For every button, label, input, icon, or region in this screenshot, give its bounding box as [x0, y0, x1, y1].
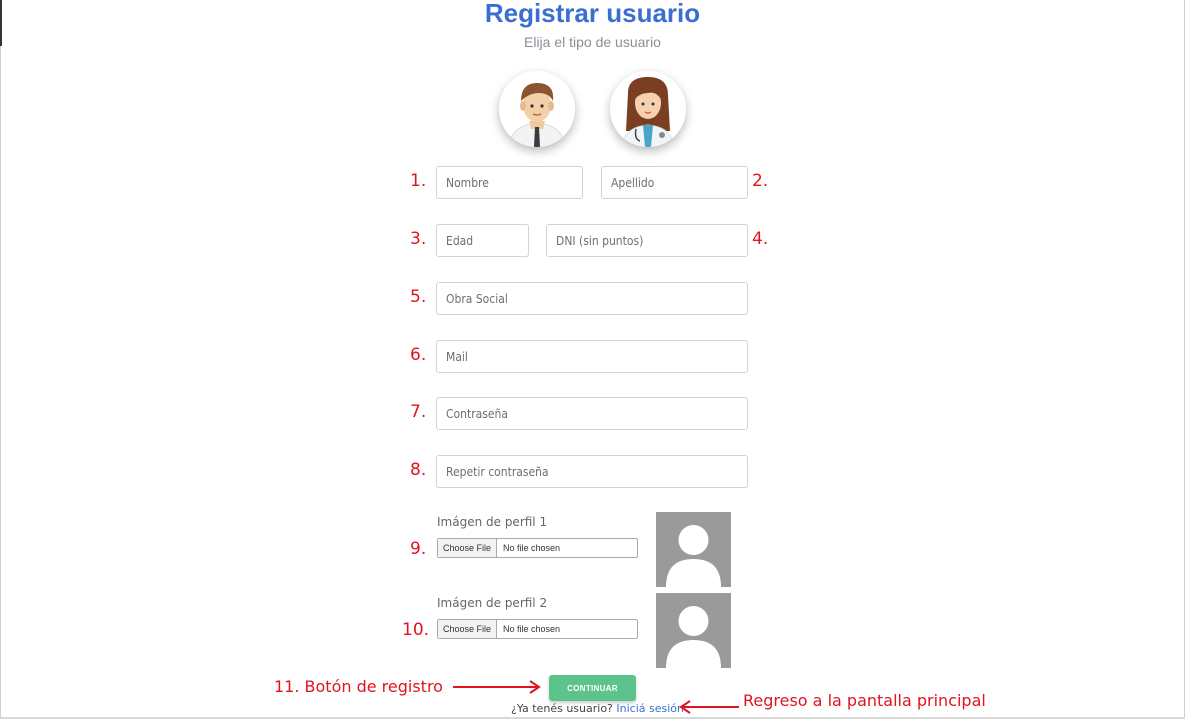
profile-image-1-placeholder-icon	[656, 512, 731, 587]
field-number-nombre: 1.	[410, 171, 427, 191]
apellido-input[interactable]	[601, 166, 748, 199]
choose-file-button[interactable]: Choose File	[438, 539, 498, 557]
patient-avatar-icon[interactable]	[499, 71, 575, 147]
password-input[interactable]	[436, 397, 748, 430]
field-number-repeat-password: 8.	[410, 460, 427, 480]
profile-image-1-label: Imágen de perfil 1	[437, 515, 548, 529]
edad-input[interactable]	[436, 224, 529, 257]
submit-annotation: 11. Botón de registro	[274, 677, 443, 696]
field-number-profile-image-2: 10.	[402, 620, 430, 640]
page-title: Registrar usuario	[484, 0, 701, 28]
mail-input[interactable]	[436, 340, 748, 373]
file-status-text: No file chosen	[503, 624, 561, 634]
login-prompt-text: ¿Ya tenés usuario?	[511, 702, 613, 715]
field-number-password: 7.	[410, 402, 427, 422]
field-number-dni: 4.	[752, 229, 769, 249]
field-number-apellido: 2.	[752, 171, 769, 191]
field-number-edad: 3.	[410, 229, 427, 249]
arrow-right-icon	[453, 680, 541, 694]
field-number-profile-image-1: 9.	[410, 539, 427, 559]
login-prompt: ¿Ya tenés usuario? Iniciá sesión	[511, 702, 684, 715]
profile-image-2-label: Imágen de perfil 2	[437, 596, 548, 610]
field-number-mail: 6.	[410, 345, 427, 365]
page-subtitle: Elija el tipo de usuario	[524, 34, 661, 50]
dni-input[interactable]	[546, 224, 748, 257]
repeat-password-input[interactable]	[436, 455, 748, 488]
login-link[interactable]: Iniciá sesión	[616, 702, 684, 715]
login-annotation: Regreso a la pantalla principal	[743, 691, 986, 710]
nombre-input[interactable]	[436, 166, 583, 199]
continue-button[interactable]: CONTINUAR	[549, 675, 636, 701]
field-number-obra-social: 5.	[410, 287, 427, 307]
profile-image-2-file-input[interactable]: Choose File No file chosen	[437, 619, 638, 639]
obra-social-input[interactable]	[436, 282, 748, 315]
window-border-left	[0, 0, 1, 719]
choose-file-button[interactable]: Choose File	[438, 620, 498, 638]
arrow-left-icon	[679, 700, 739, 714]
file-status-text: No file chosen	[503, 543, 561, 553]
profile-image-1-file-input[interactable]: Choose File No file chosen	[437, 538, 638, 558]
doctor-avatar-icon[interactable]	[610, 71, 686, 147]
profile-image-2-placeholder-icon	[656, 593, 731, 668]
